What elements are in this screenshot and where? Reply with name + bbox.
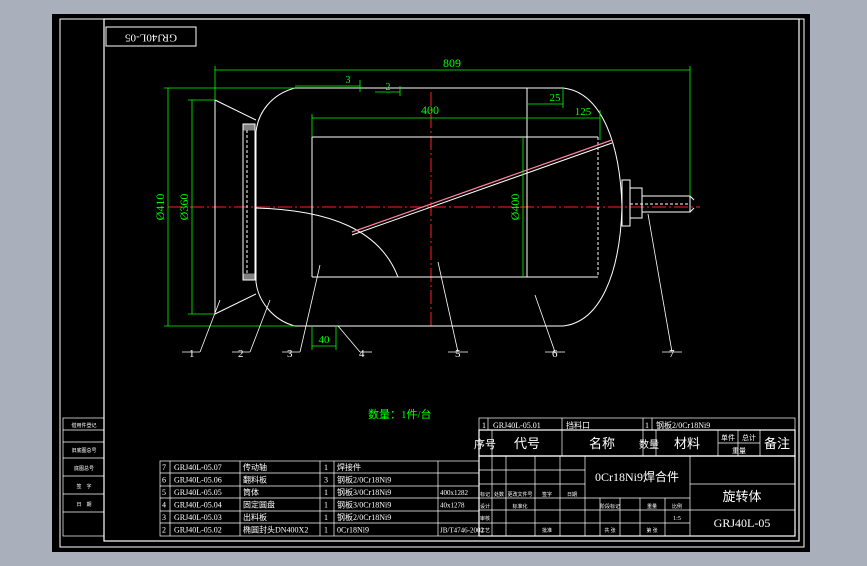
- bom-cell-code: GRJ40L-05.05: [174, 488, 222, 497]
- bom-cell-name: 翻料板: [243, 475, 267, 485]
- svg-text:旧底图总号: 旧底图总号: [71, 447, 96, 454]
- svg-text:日期: 日期: [567, 492, 577, 498]
- balloon-6: 6: [552, 348, 558, 360]
- title-drawing-no: GRJ40L-05: [714, 516, 771, 530]
- bom-cell-qty: 1: [324, 513, 328, 522]
- dim-25: 25: [550, 92, 562, 104]
- bom-cell-qty: 1: [324, 501, 328, 510]
- svg-text:名称: 名称: [589, 436, 615, 451]
- svg-text:第 张: 第 张: [646, 527, 657, 534]
- dim-overall: 809: [443, 56, 461, 70]
- balloon-2: 2: [238, 348, 244, 360]
- svg-text:标准化: 标准化: [512, 503, 527, 510]
- svg-text:签字: 签字: [542, 491, 552, 498]
- cad-drawing-viewport[interactable]: GRJ40L-05 809 3 2 400 25 125 Ø410 Ø360 Ø…: [0, 0, 867, 562]
- bom-cell-name: 椭圆封头DN400X2: [243, 525, 308, 535]
- bom-cell-qty: 3: [324, 476, 328, 485]
- svg-text:签 字: 签 字: [76, 483, 91, 490]
- dim-410: Ø410: [153, 194, 167, 221]
- balloon-7: 7: [669, 348, 675, 360]
- bom-cell-no: 3: [162, 513, 166, 522]
- bom-cell-name: 传动轴: [243, 462, 267, 472]
- bom-cell-name: 筒体: [243, 487, 259, 497]
- bom-cell-no: 5: [162, 488, 166, 497]
- bom-cell-material: 焊接件: [337, 462, 361, 472]
- dim-400: Ø400: [508, 194, 522, 221]
- svg-text:序号: 序号: [474, 437, 496, 451]
- svg-text:备注: 备注: [764, 436, 790, 451]
- quantity-note: 数量：1件/台: [368, 407, 432, 421]
- svg-text:底图总号: 底图总号: [74, 465, 94, 472]
- svg-text:日 期: 日 期: [76, 502, 91, 508]
- svg-text:比例: 比例: [672, 503, 682, 510]
- svg-text:1: 1: [645, 421, 649, 430]
- bom-cell-remark: JB/T4746-2002: [440, 527, 484, 535]
- balloon-5: 5: [455, 348, 461, 360]
- bom-cell-name: 固定圆盘: [243, 500, 275, 510]
- bom-cell-qty: 1: [324, 463, 328, 472]
- bom-cell-qty: 1: [324, 488, 328, 497]
- svg-text:设计: 设计: [480, 503, 490, 510]
- bom-cell-no: 6: [162, 476, 166, 485]
- dim-inner: 400: [421, 103, 439, 117]
- dim-40: 40: [319, 334, 331, 346]
- svg-text:标记: 标记: [480, 491, 490, 498]
- svg-text:GRJ40L-05.01: GRJ40L-05.01: [493, 421, 541, 430]
- bom-cell-remark: 40x1278: [440, 502, 465, 510]
- svg-text:借用件登记: 借用件登记: [71, 422, 96, 429]
- svg-text:总计: 总计: [742, 433, 756, 442]
- bom-cell-no: 7: [162, 463, 166, 472]
- bom-cell-remark: 400x1282: [440, 489, 469, 497]
- dim-125: 125: [575, 106, 592, 118]
- svg-text:钢板2/0Cr18Ni9: 钢板2/0Cr18Ni9: [656, 420, 710, 430]
- svg-text:阶段标记: 阶段标记: [600, 503, 620, 510]
- stamp-text: GRJ40L-05: [125, 31, 177, 43]
- bom-cell-material: 钢板3/0Cr18Ni9: [337, 487, 391, 497]
- svg-text:共 张: 共 张: [604, 527, 615, 534]
- svg-text:审核: 审核: [480, 515, 490, 522]
- title-name: 旋转体: [722, 489, 761, 504]
- dim-360: Ø360: [177, 194, 191, 221]
- bom-cell-material: 钢板2/0Cr18Ni9: [337, 512, 391, 522]
- bom-cell-material: 0Cr18Ni9: [337, 526, 369, 535]
- bom-cell-material: 钢板2/0Cr18Ni9: [337, 475, 391, 485]
- svg-text:更改文件号: 更改文件号: [507, 491, 532, 498]
- svg-text:重量: 重量: [647, 503, 657, 510]
- dim-top-a: 3: [346, 75, 351, 86]
- balloon-4: 4: [359, 348, 365, 360]
- bom-cell-no: 2: [162, 526, 166, 535]
- bom-cell-no: 4: [162, 501, 166, 510]
- bom-cell-code: GRJ40L-05.03: [174, 513, 222, 522]
- dim-top-b: 2: [386, 82, 391, 93]
- svg-text:重量: 重量: [732, 447, 746, 455]
- svg-text:挡料口: 挡料口: [566, 420, 590, 430]
- bom-cell-qty: 1: [324, 526, 328, 535]
- svg-text:材料: 材料: [674, 436, 700, 451]
- bom-cell-material: 钢板3/0Cr18Ni9: [337, 500, 391, 510]
- svg-text:处数: 处数: [494, 491, 504, 498]
- svg-text:工艺: 工艺: [480, 528, 490, 534]
- bom-cell-code: GRJ40L-05.06: [174, 476, 222, 485]
- svg-text:1: 1: [482, 421, 486, 430]
- svg-text:数量: 数量: [639, 438, 659, 451]
- bom-cell-name: 出料板: [243, 512, 267, 522]
- bom-cell-code: GRJ40L-05.04: [174, 501, 222, 510]
- bom-cell-code: GRJ40L-05.07: [174, 463, 222, 472]
- svg-text:单件: 单件: [721, 433, 735, 442]
- balloon-1: 1: [189, 348, 195, 360]
- svg-text:1:5: 1:5: [673, 516, 681, 522]
- bom-cell-code: GRJ40L-05.02: [174, 526, 222, 535]
- svg-text:批准: 批准: [542, 527, 552, 534]
- svg-text:代号: 代号: [514, 436, 540, 451]
- balloon-3: 3: [287, 348, 293, 360]
- title-material: 0Cr18Ni9焊合件: [595, 469, 679, 484]
